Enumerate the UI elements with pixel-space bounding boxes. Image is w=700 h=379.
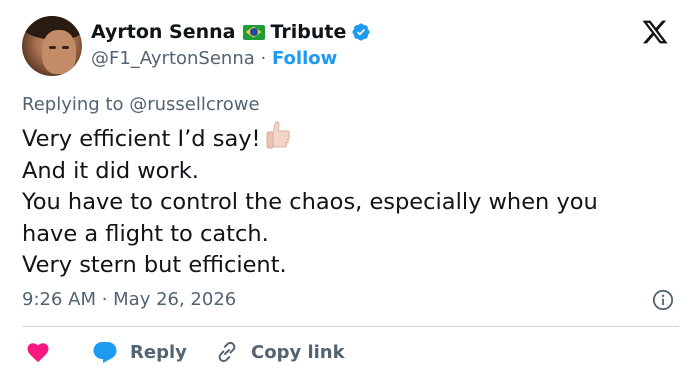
separator: · [260, 48, 267, 69]
info-icon[interactable] [652, 289, 674, 311]
tweet-line: have a flight to catch. [22, 220, 269, 247]
verified-badge-icon [352, 23, 370, 41]
copy-link-button[interactable]: Copy link [215, 337, 345, 367]
brazil-flag-icon [242, 24, 265, 40]
x-logo-icon[interactable] [640, 18, 670, 46]
reply-button[interactable]: Reply [92, 337, 187, 367]
copy-link-label: Copy link [251, 341, 345, 363]
divider [22, 326, 679, 327]
thumbs-up-icon [266, 121, 290, 149]
like-button[interactable] [26, 337, 50, 367]
tweet-card: Ayrton Senna Tribute @F1_AyrtonSenna · F… [0, 0, 700, 379]
reply-bubble-icon [93, 342, 117, 363]
author-name-part1: Ayrton Senna [91, 21, 236, 43]
link-icon [218, 341, 236, 363]
avatar[interactable] [22, 16, 82, 76]
author-handle[interactable]: @F1_AyrtonSenna [91, 48, 255, 69]
tweet-line: You have to control the chaos, especiall… [22, 189, 598, 215]
heart-icon [27, 343, 49, 362]
author-name[interactable]: Ayrton Senna Tribute [91, 21, 371, 43]
tweet-line: Very stern but efficient. [22, 252, 287, 278]
tweet-timestamp[interactable]: 9:26 AM · May 26, 2026 [22, 289, 236, 310]
author-name-part2: Tribute [270, 21, 347, 43]
follow-button[interactable]: Follow [272, 48, 337, 69]
replying-to[interactable]: Replying to @russellcrowe [22, 94, 260, 115]
tweet-line: And it did work. [22, 157, 199, 184]
tweet-text: Very efficient I’d say! And it did work.… [22, 120, 687, 282]
author-handle-row: @F1_AyrtonSenna · Follow [91, 48, 337, 69]
reply-label: Reply [130, 341, 187, 363]
tweet-line: Very efficient I’d say! [22, 120, 687, 156]
